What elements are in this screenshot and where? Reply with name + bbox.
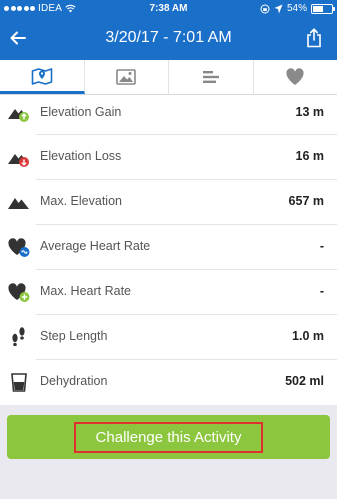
footer-area: Challenge this Activity	[0, 405, 337, 499]
step-length-icon	[12, 327, 25, 347]
status-bar: IDEA 7:38 AM 54%	[0, 0, 337, 18]
stat-label: Average Heart Rate	[40, 239, 151, 253]
page-title: 3/20/17 - 7:01 AM	[105, 29, 232, 46]
stat-row-dehydration: Dehydration 502 ml	[0, 360, 337, 405]
app-header: IDEA 7:38 AM 54% 3/20/17 - 7:01 AM	[0, 0, 337, 60]
stat-row-max-elevation: Max. Elevation 657 m	[0, 180, 337, 225]
stat-value: 16 m	[295, 149, 325, 163]
status-right: 54%	[260, 3, 335, 14]
stats-list: Elevation Gain 13 m Elevation Loss 16 m …	[0, 95, 337, 405]
stat-label: Max. Elevation	[40, 194, 122, 208]
stat-row-max-heart-rate: Max. Heart Rate -	[0, 270, 337, 315]
battery-percent: 54%	[286, 3, 307, 14]
stat-value: 502 ml	[285, 374, 324, 388]
stat-value: 1.0 m	[292, 329, 324, 343]
stat-label: Step Length	[40, 329, 108, 343]
tab-bar	[0, 60, 337, 95]
stat-value: -	[319, 239, 324, 253]
stat-label: Elevation Loss	[40, 149, 122, 163]
location-arrow-icon	[274, 4, 283, 13]
challenge-button-label: Challenge this Activity	[73, 421, 264, 453]
share-button[interactable]	[303, 26, 325, 50]
tab-splits[interactable]	[169, 60, 254, 94]
heart-icon	[286, 68, 304, 85]
stat-label: Dehydration	[40, 374, 108, 388]
stat-row-elevation-loss: Elevation Loss 16 m	[0, 135, 337, 180]
stat-row-step-length: Step Length 1.0 m	[0, 315, 337, 360]
stat-row-elevation-gain: Elevation Gain 13 m	[0, 95, 337, 135]
average-heart-rate-icon	[8, 238, 30, 257]
max-elevation-icon	[8, 198, 29, 209]
max-heart-rate-icon	[8, 283, 30, 302]
dehydration-icon	[11, 373, 27, 392]
nav-bar: 3/20/17 - 7:01 AM	[0, 20, 337, 58]
stat-value: -	[319, 284, 324, 298]
tab-photos[interactable]	[85, 60, 169, 94]
tab-likes[interactable]	[254, 60, 337, 94]
rotation-lock-icon	[260, 4, 270, 13]
elevation-gain-icon	[8, 109, 29, 122]
battery-level	[313, 5, 323, 12]
stat-value: 13 m	[295, 105, 325, 119]
challenge-activity-button[interactable]: Challenge this Activity	[7, 415, 330, 459]
splits-icon	[202, 71, 219, 83]
photo-icon	[116, 69, 137, 85]
stat-label: Elevation Gain	[40, 105, 122, 119]
map-icon	[31, 67, 53, 85]
stat-value: 657 m	[288, 194, 324, 208]
stat-label: Max. Heart Rate	[40, 284, 132, 298]
stat-row-average-heart-rate: Average Heart Rate -	[0, 225, 337, 270]
share-icon	[307, 28, 321, 48]
battery-icon	[311, 3, 335, 14]
elevation-loss-icon	[8, 154, 29, 167]
tab-map[interactable]	[0, 60, 85, 94]
